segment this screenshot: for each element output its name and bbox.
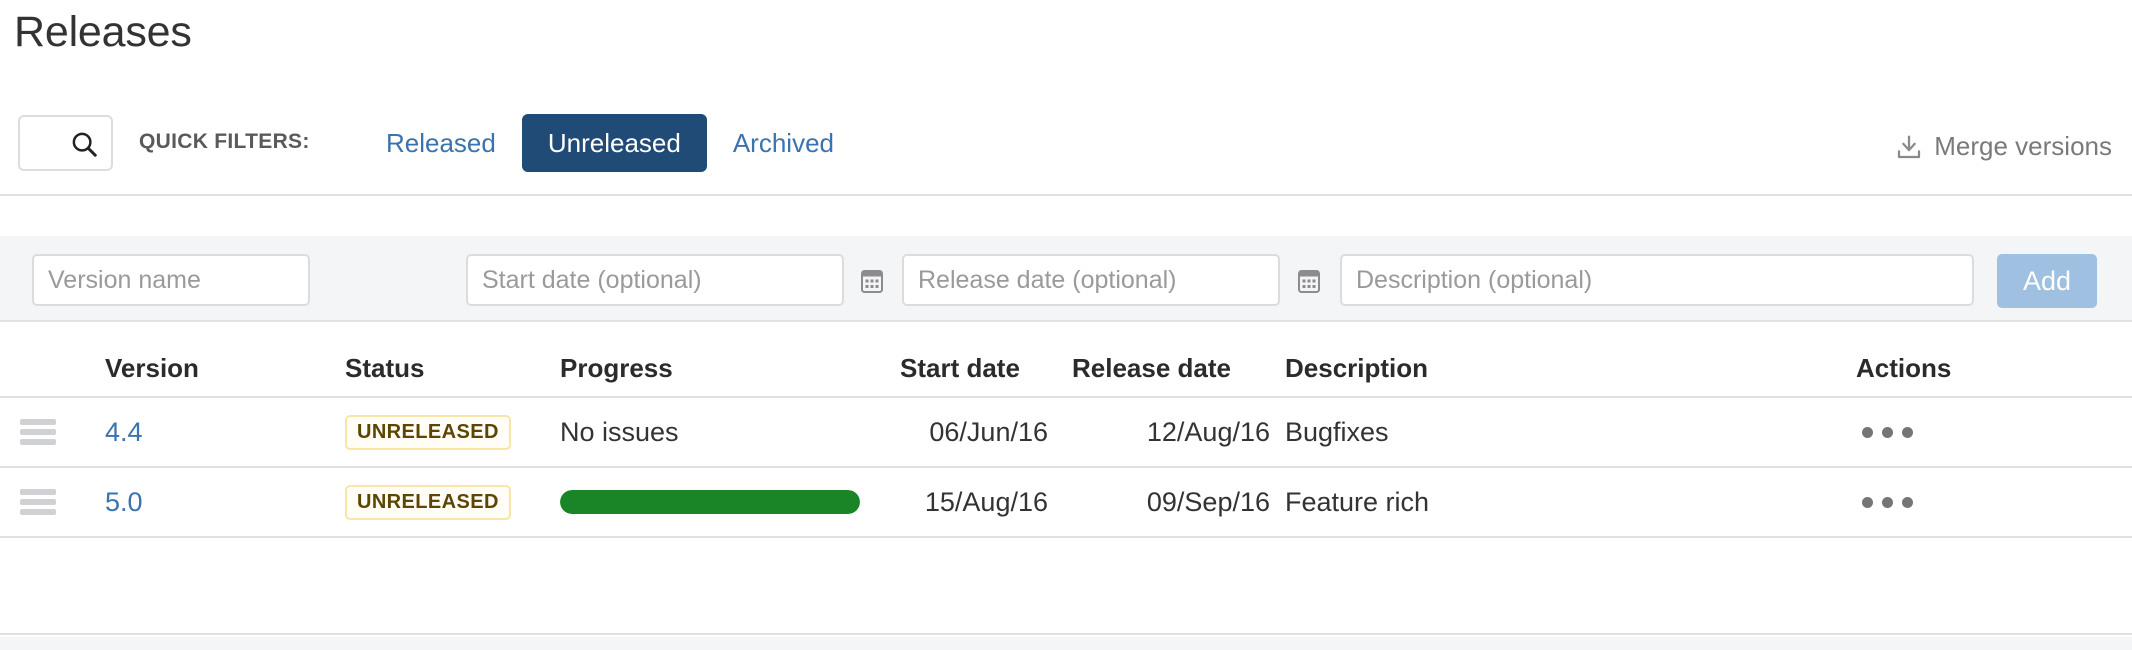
toolbar: QUICK FILTERS: Released Unreleased Archi… [0, 100, 2132, 196]
status-badge: UNRELEASED [345, 398, 560, 466]
quick-filter-group: Released Unreleased Archived [360, 113, 860, 173]
drag-handle-icon[interactable] [20, 419, 56, 445]
merge-versions-button[interactable]: Merge versions [1894, 131, 2112, 162]
filter-archived[interactable]: Archived [707, 114, 860, 172]
progress-cell: No issues [560, 398, 900, 466]
releases-page: Releases QUICK FILTERS: Released Unrelea… [0, 0, 2132, 650]
version-link[interactable]: 5.0 [105, 468, 300, 536]
description-value: Feature rich [1285, 486, 1430, 517]
more-actions-icon[interactable] [1856, 487, 1919, 518]
column-header-progress: Progress [560, 353, 673, 383]
table-row[interactable]: 4.4 UNRELEASED No issues 06/Jun/16 12/Au… [0, 398, 2132, 468]
column-header-description: Description [1285, 353, 1429, 383]
column-header-start-date: Start date [900, 353, 1020, 383]
page-title: Releases [14, 8, 192, 56]
status-badge-label: UNRELEASED [345, 484, 511, 520]
row-actions[interactable] [1856, 398, 1996, 466]
more-actions-icon[interactable] [1856, 417, 1919, 448]
status-badge-label: UNRELEASED [345, 414, 511, 450]
release-date-value: 12/Aug/16 [1146, 416, 1270, 447]
start-date-value: 06/Jun/16 [929, 416, 1048, 447]
start-date-value: 15/Aug/16 [924, 486, 1048, 517]
version-label[interactable]: 4.4 [105, 417, 143, 448]
page-footer [0, 637, 2132, 650]
release-date-input[interactable]: Release date (optional) [902, 254, 1280, 306]
row-actions[interactable] [1856, 468, 1996, 536]
version-link[interactable]: 4.4 [105, 398, 300, 466]
column-header-status: Status [345, 353, 425, 383]
filter-released[interactable]: Released [360, 114, 522, 172]
column-header-version: Version [105, 353, 199, 383]
table-header-row: Version Status Progress Start date Relea… [0, 322, 2132, 398]
releases-table: Version Status Progress Start date Relea… [0, 322, 2132, 538]
status-badge: UNRELEASED [345, 468, 560, 536]
progress-cell[interactable] [560, 468, 900, 536]
version-label[interactable]: 5.0 [105, 487, 143, 518]
filter-unreleased[interactable]: Unreleased [521, 114, 707, 172]
add-button[interactable]: Add [1997, 254, 2097, 308]
start-date-calendar-icon[interactable] [860, 268, 884, 294]
drag-handle-icon[interactable] [20, 489, 56, 515]
row-drag-handle[interactable] [20, 468, 80, 536]
column-header-actions: Actions [1856, 353, 1952, 383]
search-icon [72, 132, 97, 157]
merge-versions-icon [1898, 135, 1921, 158]
merge-versions-label: Merge versions [1934, 131, 2112, 161]
release-date-value: 09/Sep/16 [1146, 486, 1270, 517]
start-date-input[interactable]: Start date (optional) [466, 254, 844, 306]
quick-filters-label: QUICK FILTERS: [139, 130, 310, 153]
table-footer-spacer [0, 595, 2132, 635]
search-input[interactable] [18, 115, 113, 171]
table-row[interactable]: 5.0 UNRELEASED 15/Aug/16 09/Sep/16 Featu… [0, 468, 2132, 538]
version-name-input[interactable]: Version name [32, 254, 310, 306]
description-value: Bugfixes [1285, 416, 1389, 447]
column-header-release-date: Release date [1072, 353, 1231, 383]
progress-bar[interactable] [560, 490, 860, 514]
row-drag-handle[interactable] [20, 398, 80, 466]
release-date-calendar-icon[interactable] [1297, 268, 1321, 294]
progress-text: No issues [560, 416, 679, 447]
description-input[interactable]: Description (optional) [1340, 254, 1974, 306]
progress-bar-fill [560, 490, 860, 514]
add-version-form: Version name Start date (optional) Relea… [0, 236, 2132, 322]
